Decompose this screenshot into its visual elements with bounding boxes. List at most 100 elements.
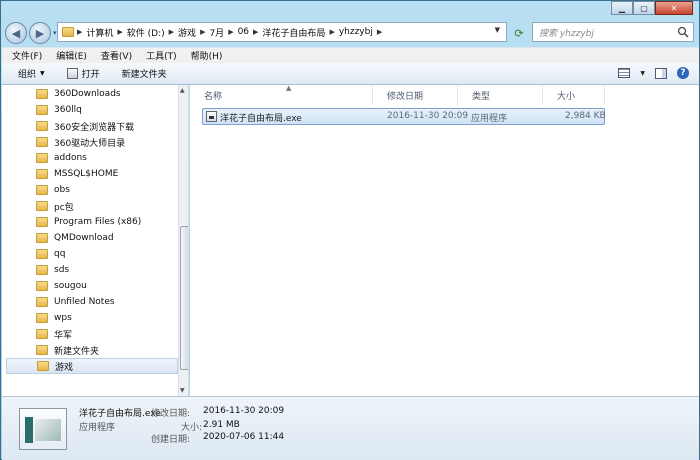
refresh-button[interactable]: ⟳: [510, 24, 528, 42]
tree-item[interactable]: sougou: [6, 278, 178, 294]
tree-item[interactable]: addons: [6, 150, 178, 166]
folder-icon: [36, 105, 48, 115]
folder-icon: [36, 121, 48, 131]
back-button[interactable]: ◀: [5, 22, 27, 44]
details-created: 2020-07-06 11:44: [203, 432, 285, 442]
folder-icon: [62, 27, 74, 37]
column-header-size[interactable]: 大小: [543, 85, 605, 105]
folder-icon: [36, 329, 48, 339]
tree-item[interactable]: Program Files (x86): [6, 214, 178, 230]
file-list-pane: 名称 ▲ 修改日期 类型 大小 洋花子自由布局.exe 2016-11-30 2…: [190, 84, 699, 396]
menu-help[interactable]: 帮助(H): [191, 49, 223, 62]
column-header-type[interactable]: 类型: [458, 85, 543, 105]
details-created-label: 创建日期:: [151, 435, 191, 445]
folder-icon: [36, 249, 48, 259]
details-kind: 应用程序: [79, 423, 116, 433]
menu-bar: 文件(F) 编辑(E) 查看(V) 工具(T) 帮助(H): [2, 47, 699, 63]
tree-item[interactable]: 360Downloads: [6, 86, 178, 102]
tree-item[interactable]: sds: [6, 262, 178, 278]
file-thumbnail: [19, 408, 67, 450]
tree-item[interactable]: MSSQL$HOME: [6, 166, 178, 182]
new-folder-label: 新建文件夹: [121, 70, 167, 80]
file-row[interactable]: 洋花子自由布局.exe 2016-11-30 20:09 应用程序 2,984 …: [202, 108, 606, 125]
file-size: 2,984 KB: [565, 111, 606, 121]
details-pane: 洋花子自由布局.exe 应用程序 修改日期: 2016-11-30 20:09 …: [2, 396, 699, 460]
chevron-right-icon[interactable]: ▶: [77, 28, 82, 36]
address-bar[interactable]: ▶ 计算机 ▶ 软件 (D:) ▶ 游戏 ▶ 7月 ▶ 06 ▶ 洋花子自由布局…: [57, 22, 507, 42]
column-header-name[interactable]: 名称 ▲: [190, 84, 373, 105]
tree-item[interactable]: QMDownload: [6, 230, 178, 246]
chevron-right-icon[interactable]: ▶: [253, 28, 258, 36]
search-input[interactable]: 搜索 yhzzybj: [532, 22, 694, 42]
chevron-right-icon[interactable]: ▶: [200, 28, 205, 36]
tree-item[interactable]: obs: [6, 182, 178, 198]
breadcrumb-drive[interactable]: 软件 (D:): [127, 26, 165, 39]
application-icon: [206, 111, 217, 122]
organize-label: 组织: [18, 70, 37, 80]
change-view-icon[interactable]: [618, 68, 631, 78]
help-icon[interactable]: ?: [677, 67, 689, 79]
tree-item[interactable]: Unfiled Notes: [6, 294, 178, 310]
forward-button[interactable]: ▶: [29, 22, 51, 44]
minimize-button[interactable]: ▁: [611, 1, 633, 15]
explorer-window: ▁ ▢ ✕ ◀ ▶ ▾ ▶ 计算机 ▶ 软件 (D:) ▶ 游戏 ▶ 7月 ▶ …: [0, 0, 700, 460]
tree-item[interactable]: 360llq: [6, 102, 178, 118]
scroll-up-icon[interactable]: ▲: [180, 87, 185, 94]
new-folder-button[interactable]: 新建文件夹: [122, 67, 167, 80]
breadcrumb-current[interactable]: yhzzybj: [339, 27, 373, 37]
tree-item[interactable]: 华军: [6, 326, 178, 342]
breadcrumb-computer[interactable]: 计算机: [86, 26, 113, 39]
file-name: 洋花子自由布局.exe: [220, 114, 302, 124]
column-header-modified[interactable]: 修改日期: [373, 85, 458, 105]
breadcrumb-games[interactable]: 游戏: [178, 26, 196, 39]
maximize-button[interactable]: ▢: [633, 1, 655, 15]
navigation-bar: ◀ ▶ ▾ ▶ 计算机 ▶ 软件 (D:) ▶ 游戏 ▶ 7月 ▶ 06 ▶ 洋…: [5, 21, 695, 45]
organize-button[interactable]: 组织 ▼: [18, 67, 45, 80]
breadcrumb-game-folder[interactable]: 洋花子自由布局: [262, 26, 325, 39]
menu-view[interactable]: 查看(V): [101, 49, 132, 62]
close-button[interactable]: ✕: [655, 1, 693, 15]
tree-item[interactable]: qq: [6, 246, 178, 262]
search-placeholder: 搜索 yhzzybj: [539, 28, 594, 39]
sort-ascending-icon: ▲: [286, 84, 292, 92]
nav-scrollbar[interactable]: ▲ ▼: [178, 85, 188, 396]
navigation-pane: 360Downloads 360llq 360安全浏览器下载 360驱动大师目录…: [2, 85, 189, 396]
command-bar: 组织 ▼ 打开 新建文件夹 ▼ ?: [2, 63, 699, 85]
breadcrumb-july[interactable]: 7月: [209, 26, 224, 39]
details-modified: 2016-11-30 20:09: [203, 406, 285, 416]
details-size: 2.91 MB: [203, 420, 240, 430]
chevron-right-icon[interactable]: ▶: [377, 28, 382, 36]
tree-item-selected[interactable]: 游戏: [6, 358, 178, 374]
tree-item[interactable]: 新建文件夹: [6, 342, 178, 358]
chevron-right-icon[interactable]: ▶: [117, 28, 122, 36]
menu-tools[interactable]: 工具(T): [146, 49, 177, 62]
folder-icon: [36, 169, 48, 179]
folder-icon: [37, 361, 49, 371]
file-type: 应用程序: [471, 114, 508, 124]
scroll-down-icon[interactable]: ▼: [180, 387, 185, 394]
chevron-right-icon[interactable]: ▶: [329, 28, 334, 36]
folder-icon: [36, 297, 48, 307]
chevron-right-icon[interactable]: ▶: [228, 28, 233, 36]
folder-icon: [36, 89, 48, 99]
folder-icon: [36, 217, 48, 227]
tree-item[interactable]: wps: [6, 310, 178, 326]
chevron-down-icon: ▼: [40, 70, 45, 77]
open-button[interactable]: 打开: [66, 67, 100, 80]
open-label: 打开: [81, 70, 100, 80]
preview-pane-icon[interactable]: [655, 67, 667, 79]
folder-icon: [36, 185, 48, 195]
folder-icon: [36, 137, 48, 147]
search-icon[interactable]: [677, 26, 689, 38]
folder-icon: [36, 201, 48, 211]
chevron-down-icon[interactable]: ▼: [640, 70, 645, 77]
tree-item[interactable]: 360安全浏览器下载: [6, 118, 178, 134]
menu-file[interactable]: 文件(F): [12, 49, 42, 62]
scrollbar-thumb[interactable]: [180, 226, 188, 370]
menu-edit[interactable]: 编辑(E): [56, 49, 87, 62]
tree-item[interactable]: 360驱动大师目录: [6, 134, 178, 150]
chevron-right-icon[interactable]: ▶: [169, 28, 174, 36]
address-dropdown-icon[interactable]: ▼: [495, 26, 500, 34]
tree-item[interactable]: pc包: [6, 198, 178, 214]
breadcrumb-06[interactable]: 06: [238, 27, 249, 37]
